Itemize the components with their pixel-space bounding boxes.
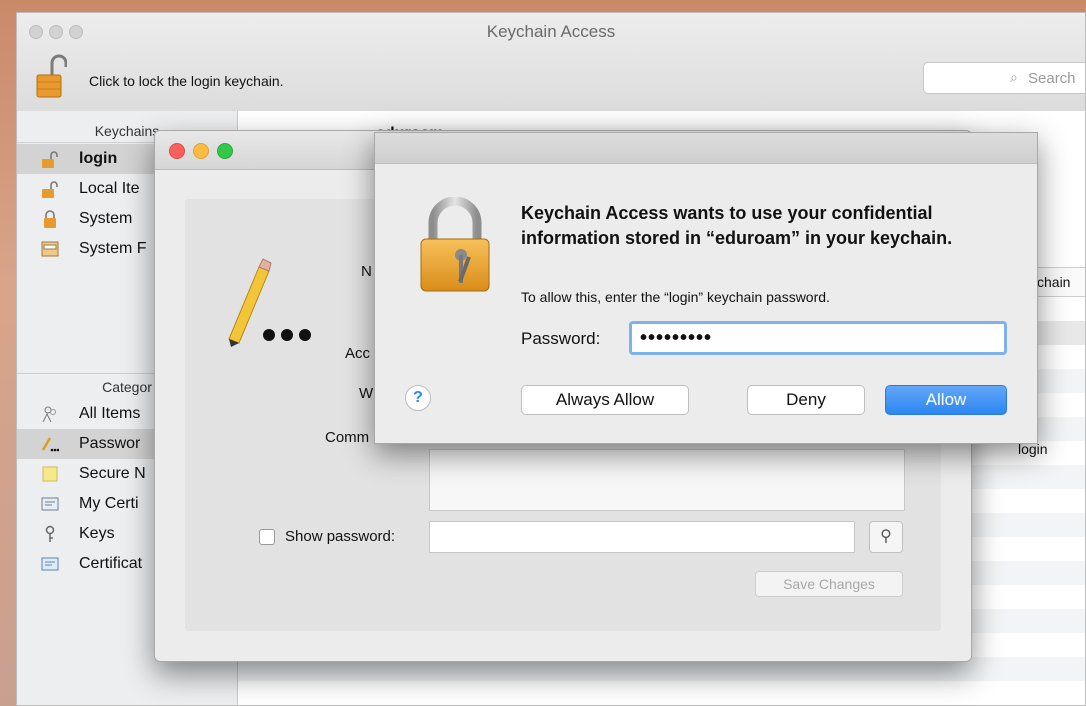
- key-icon: [45, 525, 55, 542]
- authorization-dialog: Keychain Access wants to use your confid…: [374, 132, 1038, 444]
- sidebar-item-label: My Certi: [79, 495, 139, 512]
- lock-label: Click to lock the login keychain.: [89, 73, 284, 89]
- sidebar-item-label: Certificat: [79, 555, 143, 572]
- search-placeholder: Search: [1028, 70, 1076, 87]
- comments-label: Comm: [325, 429, 370, 446]
- comments-field[interactable]: [429, 449, 905, 511]
- window-title: Keychain Access: [486, 22, 616, 41]
- lock-toggle-button[interactable]: [35, 53, 68, 99]
- help-button[interactable]: ?: [405, 385, 431, 411]
- sidebar-item-label: Local Ite: [79, 180, 140, 197]
- key-button[interactable]: ⚲: [869, 521, 903, 553]
- key-icon: ⚲: [880, 528, 892, 545]
- dialog-top-edge: [375, 133, 1037, 164]
- locked-keychain-icon: [420, 197, 490, 292]
- password-field[interactable]: [429, 521, 855, 553]
- pencil-dots-icon: [41, 437, 59, 452]
- locked-padlock-icon: [44, 210, 56, 228]
- sidebar-item-label: System: [79, 210, 133, 227]
- minimize-button[interactable]: [193, 143, 209, 159]
- deny-button[interactable]: Deny: [747, 385, 865, 415]
- sidebar-item-label: Passwor: [79, 435, 141, 452]
- dialog-info-text: To allow this, enter the “login” keychai…: [521, 289, 830, 305]
- search-icon: ⌕: [1010, 69, 1018, 85]
- always-allow-button[interactable]: Always Allow: [521, 385, 689, 415]
- search-field[interactable]: ⌕ Search: [923, 62, 1085, 94]
- where-label: W: [359, 385, 374, 402]
- dialog-heading: Keychain Access wants to use your confid…: [521, 203, 953, 248]
- password-input[interactable]: •••••••••: [629, 321, 1007, 355]
- unlocked-padlock-icon: [36, 54, 68, 98]
- account-label: Acc: [345, 345, 371, 362]
- column-header-label: chain: [1037, 274, 1071, 290]
- name-label: N: [361, 263, 372, 280]
- title-bar: Keychain Access Click to lock the login …: [17, 13, 1085, 112]
- sidebar-item-label: System F: [79, 240, 147, 257]
- certificate-icon: [41, 497, 59, 511]
- zoom-button[interactable]: [217, 143, 233, 159]
- sidebar-item-label: All Items: [79, 405, 141, 422]
- unlocked-padlock-icon: [42, 151, 58, 168]
- note-icon: [42, 466, 58, 482]
- cabinet-icon: [41, 241, 59, 257]
- show-password-label: Show password:: [285, 528, 396, 545]
- people-icon: [42, 406, 56, 423]
- certificate-icon: [41, 557, 59, 571]
- allow-button[interactable]: Allow: [885, 385, 1007, 415]
- show-password-checkbox[interactable]: [259, 529, 275, 545]
- password-label: Password:: [521, 329, 601, 348]
- sidebar-item-label: Secure N: [79, 465, 146, 482]
- sidebar-item-label: Keys: [79, 525, 115, 542]
- password-value: •••••••••: [640, 327, 713, 349]
- close-button[interactable]: [169, 143, 185, 159]
- unlocked-padlock-icon: [42, 181, 58, 198]
- save-changes-button[interactable]: Save Changes: [755, 571, 903, 597]
- sidebar-item-label: login: [79, 150, 118, 167]
- password-pencil-icon: [228, 258, 311, 347]
